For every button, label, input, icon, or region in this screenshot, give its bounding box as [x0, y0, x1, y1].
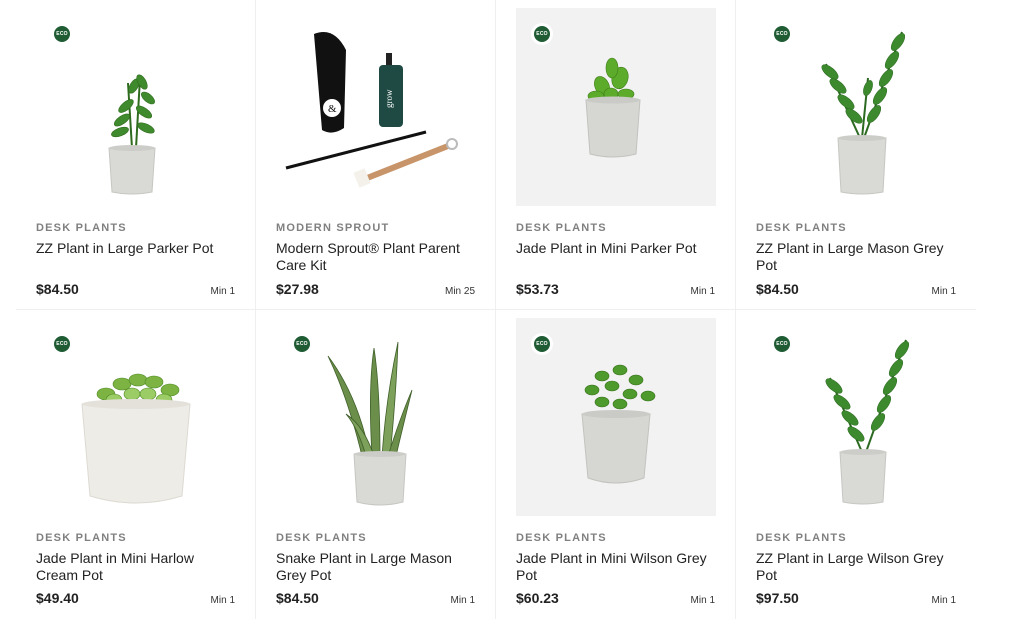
- svg-text:&: &: [328, 103, 337, 115]
- product-category: DESK PLANTS: [276, 532, 367, 544]
- product-image[interactable]: & grow: [276, 8, 476, 206]
- product-price: $84.50: [36, 281, 79, 297]
- min-quantity: Min 1: [450, 595, 475, 606]
- kit-label: grow: [384, 89, 394, 108]
- product-category: DESK PLANTS: [516, 532, 607, 544]
- product-category: DESK PLANTS: [516, 222, 607, 234]
- min-quantity: Min 1: [690, 595, 715, 606]
- product-image[interactable]: ECO: [756, 8, 956, 206]
- product-image[interactable]: ECO: [36, 318, 236, 516]
- min-quantity: Min 1: [210, 595, 235, 606]
- product-card[interactable]: ECO: [736, 0, 976, 310]
- product-name[interactable]: Jade Plant in Mini Wilson Grey Pot: [516, 550, 715, 584]
- min-quantity: Min 1: [931, 286, 956, 297]
- eco-badge-icon: ECO: [774, 336, 790, 352]
- product-price: $84.50: [756, 281, 799, 297]
- product-price: $49.40: [36, 590, 79, 606]
- eco-badge-icon: ECO: [54, 26, 70, 42]
- product-category: DESK PLANTS: [756, 532, 847, 544]
- min-quantity: Min 1: [690, 286, 715, 297]
- product-name[interactable]: ZZ Plant in Large Parker Pot: [36, 240, 235, 274]
- product-price: $27.98: [276, 281, 319, 297]
- product-card[interactable]: ECO DESK PLANTS Snake Plant in Large Mas…: [256, 310, 496, 619]
- product-image[interactable]: ECO: [516, 8, 716, 206]
- product-image[interactable]: ECO: [276, 318, 476, 516]
- product-price: $97.50: [756, 590, 799, 606]
- product-name[interactable]: Modern Sprout® Plant Parent Care Kit: [276, 240, 475, 274]
- product-card[interactable]: ECO DESK PLANTS ZZ Plant in Large Parker…: [16, 0, 256, 310]
- product-category: DESK PLANTS: [756, 222, 847, 234]
- product-image[interactable]: ECO: [36, 8, 236, 206]
- product-card[interactable]: & grow MODERN SPROUT Modern Sprout® Plan…: [256, 0, 496, 310]
- min-quantity: Min 1: [210, 286, 235, 297]
- product-name[interactable]: Jade Plant in Mini Harlow Cream Pot: [36, 550, 235, 584]
- eco-badge-icon: ECO: [534, 26, 550, 42]
- product-name[interactable]: ZZ Plant in Large Wilson Grey Pot: [756, 550, 956, 584]
- product-card[interactable]: ECO DESK PLANTS Jade Plant in Mini Wilso…: [496, 310, 736, 619]
- eco-badge-icon: ECO: [294, 336, 310, 352]
- eco-badge-icon: ECO: [534, 336, 550, 352]
- product-image[interactable]: ECO: [516, 318, 716, 516]
- eco-badge-icon: ECO: [774, 26, 790, 42]
- product-category: MODERN SPROUT: [276, 222, 390, 234]
- product-name[interactable]: Jade Plant in Mini Parker Pot: [516, 240, 715, 274]
- product-category: DESK PLANTS: [36, 532, 127, 544]
- min-quantity: Min 25: [444, 286, 475, 297]
- product-card[interactable]: ECO: [736, 310, 976, 619]
- product-category: DESK PLANTS: [36, 222, 127, 234]
- eco-badge-icon: ECO: [54, 336, 70, 352]
- care-kit-image: & grow: [285, 32, 458, 188]
- product-card[interactable]: ECO DESK PLANTS Jade Plant in Mini Harlo…: [16, 310, 256, 619]
- product-price: $60.23: [516, 590, 559, 606]
- product-image[interactable]: ECO: [756, 318, 956, 516]
- product-name[interactable]: ZZ Plant in Large Mason Grey Pot: [756, 240, 956, 274]
- product-card[interactable]: ECO DESK PLANTS Jade Plant in Mini Parke…: [496, 0, 736, 310]
- product-price: $53.73: [516, 281, 559, 297]
- product-grid: ECO DESK PLANTS ZZ Plant in Large Parker…: [16, 0, 976, 619]
- product-name[interactable]: Snake Plant in Large Mason Grey Pot: [276, 550, 475, 584]
- min-quantity: Min 1: [931, 595, 956, 606]
- product-price: $84.50: [276, 590, 319, 606]
